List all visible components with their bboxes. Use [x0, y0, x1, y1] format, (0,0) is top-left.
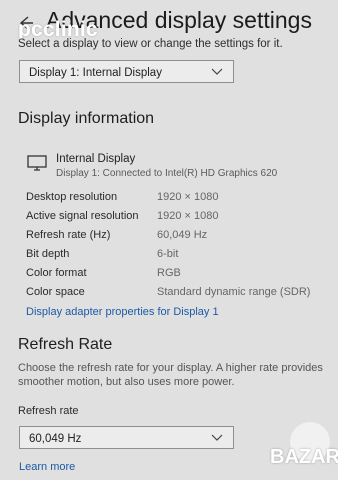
display-select-value: Display 1: Internal Display: [29, 67, 162, 79]
info-row: Color space Standard dynamic range (SDR): [26, 286, 326, 302]
info-label: Color space: [26, 286, 85, 298]
refresh-rate-heading: Refresh Rate: [18, 336, 113, 353]
display-select-dropdown[interactable]: Display 1: Internal Display: [19, 60, 234, 83]
adapter-properties-link[interactable]: Display adapter properties for Display 1: [26, 306, 219, 318]
display-connection: Display 1: Connected to Intel(R) HD Grap…: [56, 168, 278, 179]
refresh-rate-label: Refresh rate: [18, 405, 79, 417]
info-value: RGB: [157, 267, 181, 279]
monitor-icon: [27, 155, 47, 171]
info-value: 6-bit: [157, 248, 179, 260]
info-value: 60,049 Hz: [157, 229, 208, 241]
info-row: Active signal resolution 1920 × 1080: [26, 210, 326, 226]
info-row: Refresh rate (Hz) 60,049 Hz: [26, 229, 326, 245]
refresh-rate-value: 60,049 Hz: [29, 433, 82, 445]
info-label: Refresh rate (Hz): [26, 229, 111, 241]
display-information-heading: Display information: [18, 110, 155, 127]
info-value: 1920 × 1080: [157, 210, 219, 222]
learn-more-link[interactable]: Learn more: [19, 461, 75, 473]
chevron-down-icon: [210, 430, 224, 444]
info-value: Standard dynamic range (SDR): [157, 286, 311, 298]
page-subtitle: Select a display to view or change the s…: [18, 38, 283, 50]
bazar-watermark: BAZAR: [270, 446, 338, 468]
info-label: Active signal resolution: [26, 210, 139, 222]
chevron-down-icon: [210, 64, 224, 78]
refresh-rate-dropdown[interactable]: 60,049 Hz: [19, 426, 234, 449]
info-row: Desktop resolution 1920 × 1080: [26, 191, 326, 207]
info-row: Color format RGB: [26, 267, 326, 283]
refresh-rate-description: Choose the refresh rate for your display…: [18, 362, 323, 388]
info-label: Desktop resolution: [26, 191, 118, 203]
display-name: Internal Display: [56, 153, 136, 165]
info-value: 1920 × 1080: [157, 191, 219, 203]
info-label: Bit depth: [26, 248, 70, 260]
info-row: Bit depth 6-bit: [26, 248, 326, 264]
info-label: Color format: [26, 267, 87, 279]
